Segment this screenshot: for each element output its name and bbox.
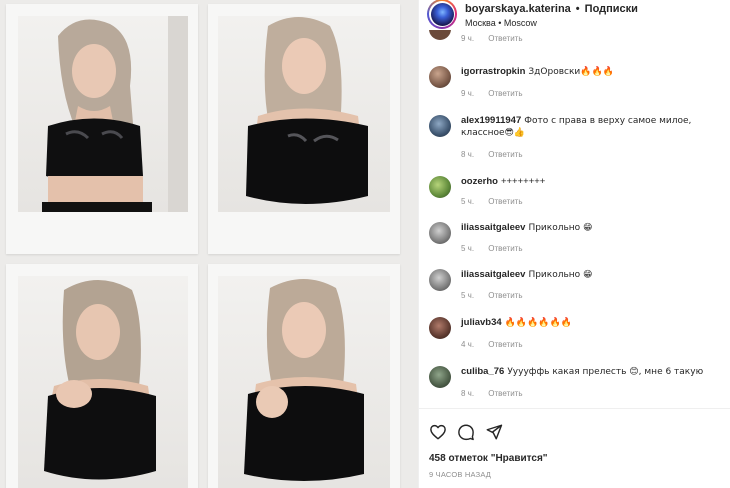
comment-avatar[interactable] [429,269,451,291]
reply-button[interactable]: Ответить [488,244,522,253]
comment-username[interactable]: culiba_76 [461,366,504,377]
location-link[interactable]: Москва • Moscow [465,18,638,28]
photo-top-right [218,16,390,212]
comment-avatar[interactable] [429,176,451,198]
avatar[interactable] [427,0,457,29]
polaroid-top-left [6,4,198,254]
post-header: boyarskaya.katerina • Подписки Москва • … [419,0,730,30]
reply-button[interactable]: Ответить [488,340,522,349]
paper-plane-icon[interactable] [485,423,503,441]
reply-button[interactable]: Ответить [488,150,522,159]
reply-button[interactable]: Ответить [488,34,522,43]
post-actions: 458 отметок "Нравится" 9 ЧАСОВ НАЗАД [419,408,730,488]
reply-button[interactable]: Ответить [488,89,522,98]
comment-time: 8 ч. [461,389,475,398]
reply-button[interactable]: Ответить [488,291,522,300]
comment-time: 5 ч. [461,244,475,253]
polaroid-bottom-left [6,264,198,488]
polaroid-top-right [208,4,400,254]
reply-button[interactable]: Ответить [488,197,522,206]
comment-avatar[interactable] [429,66,451,88]
comment-time: 5 ч. [461,197,475,206]
polaroid-bottom-right [208,264,400,488]
comments-list[interactable]: 9 ч. Ответить igorrastropkin ЗдОровски🔥🔥🔥… [419,30,730,408]
following-button[interactable]: Подписки [585,3,638,15]
comment-username[interactable]: igorrastropkin [461,66,525,77]
comment-avatar[interactable] [429,115,451,137]
comment-time: 8 ч. [461,150,475,159]
photo-bottom-right [218,276,390,488]
comment-avatar[interactable] [429,30,451,40]
comment-avatar[interactable] [429,222,451,244]
post-timestamp: 9 ЧАСОВ НАЗАД [429,470,492,479]
comment-username[interactable]: iliassaitgaleev [461,269,525,280]
comment-time: 4 ч. [461,340,475,349]
reply-button[interactable]: Ответить [488,389,522,398]
separator-dot: • [575,3,580,15]
photo-top-left [18,16,188,212]
comment-text: Ууууффь какая прелесть 😊, мне 6 такую [507,367,704,377]
post-panel: boyarskaya.katerina • Подписки Москва • … [418,0,730,488]
avatar-image [430,2,454,26]
comment-text: Прикольно 😁 [528,270,593,280]
comment-username[interactable]: iliassaitgaleev [461,222,525,233]
post-image[interactable] [0,0,418,488]
comment-time: 9 ч. [461,34,475,43]
comment-bubble-icon[interactable] [457,423,475,441]
comment-avatar[interactable] [429,317,451,339]
comment-username[interactable]: oozerho [461,176,498,187]
comment-text: 🔥🔥🔥🔥🔥🔥 [504,318,572,328]
comment-avatar[interactable] [429,366,451,388]
likes-count[interactable]: 458 отметок "Нравится" [429,453,548,464]
photo-bottom-left [18,276,188,488]
heart-icon[interactable] [429,423,447,441]
comment-username[interactable]: alex19911947 [461,115,521,126]
comment-username[interactable]: juliavb34 [461,317,502,328]
comment-time: 5 ч. [461,291,475,300]
comment-text: ++++++++ [500,176,546,187]
username-link[interactable]: boyarskaya.katerina [465,3,571,15]
comment-time: 9 ч. [461,89,475,98]
comment-text: Прикольно 😁 [528,223,593,233]
comment-text: ЗдОровски🔥🔥🔥 [528,67,614,77]
